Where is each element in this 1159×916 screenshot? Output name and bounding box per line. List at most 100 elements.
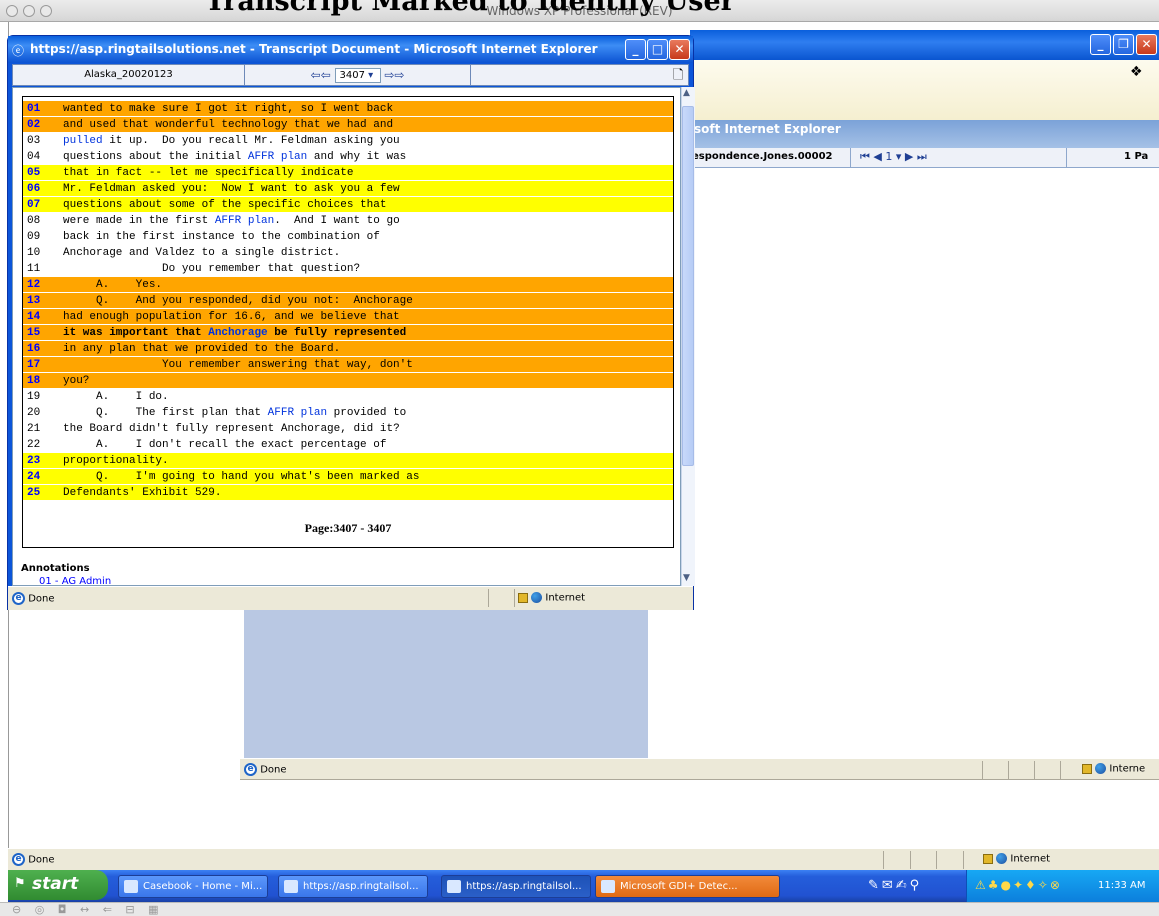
transcript-line[interactable]: 08 were made in the first AFFR plan. And … xyxy=(23,213,673,229)
prev-page-icon[interactable]: ⇦ xyxy=(321,68,331,82)
internet-zone-icon xyxy=(531,592,543,603)
transcript-line[interactable]: 16 in any plan that we provided to the Bo… xyxy=(23,341,673,357)
transcript-line[interactable]: 12 A. Yes. xyxy=(23,277,673,293)
line-number: 25 xyxy=(27,487,41,499)
line-text: Defendants' Exhibit 529. xyxy=(63,487,222,499)
ie-icon xyxy=(447,880,461,893)
minimize-icon[interactable]: _ xyxy=(1090,34,1111,55)
tray-icons[interactable]: ⚠♣●✦♦✧⊗ xyxy=(975,878,1062,892)
status-zone-text: Interne xyxy=(1109,763,1146,775)
line-number: 22 xyxy=(27,439,41,451)
taskbar-button-ringtail-2[interactable]: https://asp.ringtailsol... xyxy=(441,875,591,898)
transcript-line[interactable]: 20 Q. The first plan that AFFR plan prov… xyxy=(23,405,673,421)
line-text: that in fact -- let me specifically indi… xyxy=(63,167,354,179)
scroll-up-icon[interactable]: ▲ xyxy=(683,88,690,98)
mac-bottom-toolbar[interactable]: ⊖ ◎ ◘ ↔ ⇐ ⊟ ▦ xyxy=(0,902,1159,916)
restore-icon[interactable]: ❐ xyxy=(1113,34,1134,55)
page-footer: Page:3407 - 3407 xyxy=(304,521,392,535)
line-number: 04 xyxy=(27,151,41,163)
quick-launch-icons[interactable]: ✎✉✍⚲ xyxy=(868,878,922,893)
popup-status-bar: e Done Internet xyxy=(8,586,693,610)
ie-page-icon: e xyxy=(12,853,25,866)
transcript-line[interactable]: 01 wanted to make sure I got it right, so… xyxy=(23,101,673,117)
middle-content-panel xyxy=(244,600,648,758)
line-number: 17 xyxy=(27,359,41,371)
windows-logo-icon: ❖ xyxy=(1130,64,1143,80)
back-pager[interactable]: ⏮ ◀ 1 ▾ ▶ ⏭ xyxy=(860,150,927,164)
transcript-line[interactable]: 03 pulled it up. Do you recall Mr. Feldma… xyxy=(23,133,673,149)
line-number: 24 xyxy=(27,471,41,483)
line-text: questions about the initial AFFR plan an… xyxy=(63,151,407,163)
ie-icon xyxy=(124,880,138,893)
line-text: A. I do. xyxy=(63,391,169,403)
slide-title: Transcript Marked to Identify User xyxy=(205,0,735,17)
transcript-line[interactable]: 25 Defendants' Exhibit 529. xyxy=(23,485,673,501)
transcript-line[interactable]: 09 back in the first instance to the comb… xyxy=(23,229,673,245)
internet-zone-icon xyxy=(1095,763,1107,774)
last-page-icon[interactable]: ⇨ xyxy=(394,68,404,82)
transcript-line[interactable]: 17 You remember answering that way, don'… xyxy=(23,357,673,373)
transcript-line[interactable]: 10 Anchorage and Valdez to a single distr… xyxy=(23,245,673,261)
scrollbar-thumb[interactable] xyxy=(682,106,694,466)
back-doc-name: espondence.Jones.00002 xyxy=(692,151,833,162)
transcript-line[interactable]: 14 had enough population for 16.6, and we… xyxy=(23,309,673,325)
close-icon[interactable]: ✕ xyxy=(1136,34,1157,55)
annotations-heading: Annotations xyxy=(21,563,90,574)
line-number: 18 xyxy=(27,375,41,387)
maximize-icon[interactable]: □ xyxy=(647,39,668,60)
taskbar-button-ringtail-1[interactable]: https://asp.ringtailsol... xyxy=(278,875,428,898)
close-icon[interactable]: ✕ xyxy=(669,39,690,60)
back-window-title-bar[interactable]: _ ❐ ✕ xyxy=(690,30,1159,60)
line-number: 23 xyxy=(27,455,41,467)
start-button[interactable]: ⚑ start xyxy=(8,870,108,900)
line-text: were made in the first AFFR plan. And I … xyxy=(63,215,400,227)
popup-title: https://asp.ringtailsolutions.net - Tran… xyxy=(30,42,598,56)
line-number: 13 xyxy=(27,295,41,307)
line-number: 01 xyxy=(27,103,41,115)
task-label: Casebook - Home - Mi... xyxy=(143,881,263,892)
line-text: Q. The first plan that AFFR plan provide… xyxy=(63,407,407,419)
transcript-line[interactable]: 24 Q. I'm going to hand you what's been … xyxy=(23,469,673,485)
transcript-line[interactable]: 06 Mr. Feldman asked you: Now I want to a… xyxy=(23,181,673,197)
taskbar-button-gdi[interactable]: Microsoft GDI+ Detec... xyxy=(595,875,780,898)
first-page-icon[interactable]: ⇦ xyxy=(311,68,321,82)
next-page-icon[interactable]: ⇨ xyxy=(384,68,394,82)
annotation-item[interactable]: 01 - AG Admin xyxy=(39,576,111,585)
popup-status-done: Done xyxy=(28,593,55,605)
transcript-line[interactable]: 11 Do you remember that question? xyxy=(23,261,673,277)
transcript-line[interactable]: 18 you? xyxy=(23,373,673,389)
line-number: 02 xyxy=(27,119,41,131)
back-window-banner: ❖ xyxy=(690,60,1159,120)
outer-status-bar: e Done Internet xyxy=(8,848,1159,870)
transcript-line[interactable]: 21 the Board didn't fully represent Ancho… xyxy=(23,421,673,437)
lock-icon xyxy=(983,853,993,864)
transcript-line[interactable]: 07 questions about some of the specific c… xyxy=(23,197,673,213)
back-page-count: 1 Pa xyxy=(1124,151,1149,162)
line-text: Anchorage and Valdez to a single distric… xyxy=(63,247,341,259)
line-text: Q. And you responded, did you not: Ancho… xyxy=(63,295,413,307)
transcript-line[interactable]: 02 and used that wonderful technology tha… xyxy=(23,117,673,133)
status-done-text: Done xyxy=(260,764,287,776)
minimize-icon[interactable]: _ xyxy=(625,39,646,60)
transcript-line[interactable]: 13 Q. And you responded, did you not: An… xyxy=(23,293,673,309)
transcript-line[interactable]: 22 A. I don't recall the exact percentag… xyxy=(23,437,673,453)
line-number: 15 xyxy=(27,327,41,339)
line-number: 09 xyxy=(27,231,41,243)
line-text: it was important that Anchorage be fully… xyxy=(63,327,407,339)
transcript-line[interactable]: 19 A. I do. xyxy=(23,389,673,405)
line-number: 20 xyxy=(27,407,41,419)
scroll-down-icon[interactable]: ▼ xyxy=(683,573,690,583)
transcript-frame: 01 wanted to make sure I got it right, so… xyxy=(22,96,674,548)
transcript-line[interactable]: 04 questions about the initial AFFR plan … xyxy=(23,149,673,165)
line-number: 19 xyxy=(27,391,41,403)
line-text: pulled it up. Do you recall Mr. Feldman … xyxy=(63,135,400,147)
transcript-line[interactable]: 15 it was important that Anchorage be ful… xyxy=(23,325,673,341)
print-preview-icon[interactable]: 🗋 xyxy=(673,66,683,88)
taskbar-button-casebook[interactable]: Casebook - Home - Mi... xyxy=(118,875,268,898)
page-select[interactable]: 3407 ▾ xyxy=(334,68,381,83)
back-ie-window: _ ❐ ✕ ❖ soft Internet Explorer espondenc… xyxy=(690,30,1159,788)
transcript-line[interactable]: 05 that in fact -- let me specifically in… xyxy=(23,165,673,181)
line-number: 21 xyxy=(27,423,41,435)
line-number: 14 xyxy=(27,311,41,323)
transcript-line[interactable]: 23 proportionality. xyxy=(23,453,673,469)
